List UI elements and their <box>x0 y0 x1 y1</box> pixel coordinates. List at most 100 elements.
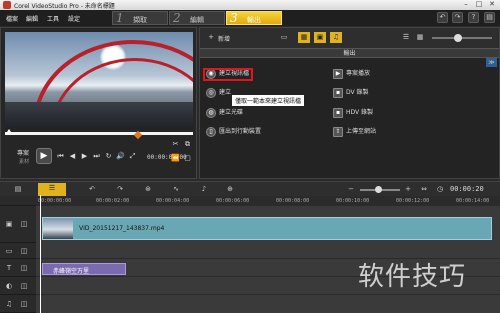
create-disc-label: 建立光碟 <box>219 109 244 116</box>
add-icon[interactable]: + <box>205 32 217 43</box>
share-panel: + 新增 ▭ ▦ ▣ ♫ ☰ ▦ 輸出 ≫ ◉ 建立視訊檔 ◎ 建立 ◍ 建立光碟 ▯… <box>199 27 500 179</box>
video-filter-icon[interactable]: ▦ <box>298 32 310 43</box>
menu-tools[interactable]: 工具 <box>47 14 59 23</box>
tab-share[interactable]: 3 輸出 <box>226 11 282 25</box>
menu-edit[interactable]: 編輯 <box>26 14 38 23</box>
volume-icon[interactable]: 🔊 <box>116 152 125 161</box>
hdv-camera-icon: ▪ <box>333 107 343 118</box>
track-visibility-icon[interactable]: ◫ <box>18 263 30 274</box>
play-button[interactable]: ▶ <box>36 148 52 164</box>
railing-image <box>5 102 193 129</box>
project-playback-option[interactable]: ▶ 專案播放 <box>333 68 370 80</box>
fit-timeline-icon[interactable]: ⇔ <box>418 184 430 195</box>
photo-filter-icon[interactable]: ▣ <box>314 32 326 43</box>
app-icon <box>3 1 11 9</box>
upload-web-label: 上傳至網站 <box>346 128 377 135</box>
fit-icon[interactable]: ▢ <box>183 154 192 163</box>
mode-project-label[interactable]: 專案 <box>17 148 29 157</box>
export-mobile-option[interactable]: ▯ 匯出到行動裝置 <box>206 126 261 138</box>
overlay-track-header[interactable]: ▭ ◫ <box>0 243 36 259</box>
thumbnail-size-knob[interactable] <box>454 34 462 42</box>
menu-file[interactable]: 檔案 <box>6 14 18 23</box>
export-mobile-label: 匯出到行動裝置 <box>219 128 262 135</box>
zoom-knob[interactable] <box>375 186 382 193</box>
voice-track-header[interactable]: ◐ ◫ <box>0 277 36 295</box>
hdv-recording-label: HDV 錄製 <box>346 109 374 116</box>
menu-settings[interactable]: 設定 <box>68 14 80 23</box>
end-icon[interactable]: ⏭ <box>92 152 101 161</box>
folder-icon[interactable]: ▭ <box>278 32 290 43</box>
watermark: 软件技巧 <box>358 262 467 292</box>
chevron-down-icon[interactable]: ≫ <box>486 58 497 67</box>
title-track-header[interactable]: T ◫ <box>0 259 36 277</box>
upload-web-option[interactable]: ⇧ 上傳至網站 <box>333 126 376 138</box>
music-track-header[interactable]: ♫ ◫ <box>0 295 36 313</box>
trim-start-handle[interactable] <box>5 129 13 135</box>
ruler-tick: 00:00:12:00 <box>396 198 430 204</box>
previous-frame-icon[interactable]: ◀ <box>68 152 77 161</box>
create-sound-file-option[interactable]: ◎ 建立 <box>206 87 231 99</box>
title-clip[interactable]: 赤峰嶺空万里 <box>42 263 126 275</box>
hdv-recording-option[interactable]: ▪ HDV 錄製 <box>333 107 373 119</box>
tab-capture[interactable]: 1 擷取 <box>112 11 168 25</box>
track-visibility-icon[interactable]: ◫ <box>18 299 30 310</box>
zoom-out-icon[interactable]: − <box>345 184 357 195</box>
track-visibility-icon[interactable]: ◫ <box>18 246 30 257</box>
timeline-ruler[interactable]: 00:00:00:00 00:00:02:00 00:00:04:00 00:0… <box>36 197 500 206</box>
repeat-icon[interactable]: ↻ <box>104 152 113 161</box>
undo-timeline-icon[interactable]: ↶ <box>86 184 98 195</box>
track-visibility-icon[interactable]: ◫ <box>18 219 30 230</box>
track-visibility-icon[interactable]: ◫ <box>18 281 30 292</box>
audio-filter-icon[interactable]: ♫ <box>330 32 342 43</box>
next-frame-icon[interactable]: ▶ <box>80 152 89 161</box>
split-clip-icon[interactable]: ✂ <box>171 140 180 149</box>
tab-edit-label: 編輯 <box>190 16 204 24</box>
minimize-icon[interactable]: – <box>460 1 472 9</box>
dv-recording-option[interactable]: ▪ DV 錄製 <box>333 87 369 99</box>
close-icon[interactable]: ✕ <box>486 1 498 9</box>
ruler-tick: 00:00:08:00 <box>276 198 310 204</box>
layout-icon[interactable]: ▤ <box>484 12 495 23</box>
maximize-icon[interactable]: □ <box>473 1 485 9</box>
help-icon[interactable]: ? <box>468 12 479 23</box>
timeline-view-icon[interactable]: ☰ <box>38 183 66 196</box>
tab-capture-label: 擷取 <box>133 16 147 24</box>
zoom-in-icon[interactable]: + <box>402 184 414 195</box>
upload-icon: ⇧ <box>333 126 343 137</box>
record-icon[interactable]: ⊛ <box>142 184 154 195</box>
auto-music-icon[interactable]: ♪ <box>198 184 210 195</box>
ruler-tick: 00:00:06:00 <box>216 198 250 204</box>
sound-icon: ◎ <box>206 87 216 98</box>
preview-panel: 專案 素材 ▶ ⏮ ◀ ▶ ⏭ ↻ 🔊 ⤢ 00:00:00:00 ✂ ⧉ ⏪ … <box>0 27 197 179</box>
timeline-duration[interactable]: 00:00:20 <box>450 185 484 193</box>
thumbnail-view-icon[interactable]: ▦ <box>414 32 426 43</box>
create-disc-option[interactable]: ◍ 建立光碟 <box>206 107 243 119</box>
mode-clip-label[interactable]: 素材 <box>19 158 29 165</box>
storyboard-view-icon[interactable]: ▤ <box>12 184 24 195</box>
redo-icon[interactable]: ↷ <box>452 12 463 23</box>
library-toolbar: + 新增 ▭ ▦ ▣ ♫ ☰ ▦ <box>200 28 499 48</box>
video-clip[interactable]: VID_20151217_143837.mp4 <box>42 217 492 240</box>
preview-timecode[interactable]: 00:00:00:00 <box>147 154 187 161</box>
scrub-bar[interactable] <box>5 132 193 135</box>
undo-icon[interactable]: ↶ <box>437 12 448 23</box>
title-track-icon: T <box>6 264 12 272</box>
playback-icon: ▶ <box>333 68 343 79</box>
thumbnail-size-slider[interactable] <box>432 37 492 39</box>
voice-track-icon: ◐ <box>5 282 13 290</box>
ruler-tick: 00:00:02:00 <box>96 198 130 204</box>
audio-mixer-icon[interactable]: ∿ <box>170 184 182 195</box>
playhead[interactable] <box>40 195 41 313</box>
fullscreen-icon[interactable]: ⤢ <box>128 152 137 161</box>
add-label[interactable]: 新增 <box>218 34 230 43</box>
tab-edit[interactable]: 2 編輯 <box>169 11 225 25</box>
rewind-icon[interactable]: ⏪ <box>171 154 180 163</box>
home-icon[interactable]: ⏮ <box>56 152 65 161</box>
snapshot-icon[interactable]: ⧉ <box>183 140 192 149</box>
redo-timeline-icon[interactable]: ↷ <box>114 184 126 195</box>
menu-bar: 檔案 編輯 工具 設定 1 擷取 2 編輯 3 輸出 ↶ ↷ ? ▤ <box>0 10 500 26</box>
motion-tracking-icon[interactable]: ⊕ <box>224 184 236 195</box>
selection-highlight <box>203 68 253 81</box>
list-view-icon[interactable]: ☰ <box>400 32 412 43</box>
video-track-header[interactable]: ▣ ◫ <box>0 206 36 243</box>
